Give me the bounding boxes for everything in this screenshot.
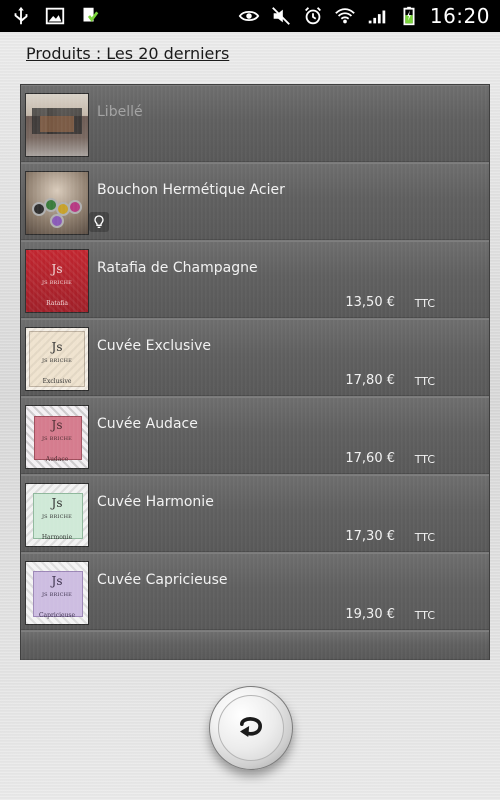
product-title: Bouchon Hermétique Acier	[97, 182, 285, 198]
image-icon	[44, 5, 66, 27]
product-thumbnail: Js JS BRICHE Capricieuse	[25, 561, 89, 625]
status-bar: 16:20	[0, 0, 500, 32]
thumb-monogram: Js	[51, 418, 63, 432]
status-right: 16:20	[238, 0, 490, 32]
product-thumbnail: Js JS BRICHE Harmonie	[25, 483, 89, 547]
product-thumbnail: Js JS BRICHE Audace	[25, 405, 89, 469]
product-row-partial[interactable]	[21, 631, 489, 660]
tax-label: TTC	[414, 297, 435, 310]
tax-label: TTC	[414, 531, 435, 544]
eye-icon	[238, 5, 260, 27]
product-title: Cuvée Audace	[97, 416, 198, 432]
product-row[interactable]: Js JS BRICHE Exclusive Cuvée Exclusive 1…	[21, 319, 489, 396]
product-list[interactable]: Libellé Bouchon Hermétique Acier Js JS B…	[20, 84, 490, 660]
thumb-brand: JS BRICHE	[41, 436, 73, 442]
tax-label: TTC	[414, 375, 435, 388]
battery-charging-icon	[398, 5, 420, 27]
tax-label: TTC	[414, 453, 435, 466]
product-title: Libellé	[97, 104, 143, 120]
product-row[interactable]: Libellé	[21, 85, 489, 162]
thumb-label: Capricieuse	[38, 612, 76, 619]
back-button[interactable]	[209, 686, 293, 770]
status-clock: 16:20	[429, 4, 490, 28]
product-row[interactable]: Bouchon Hermétique Acier	[21, 163, 489, 240]
product-price: 17,60 €	[345, 451, 395, 466]
signal-icon	[366, 5, 388, 27]
product-thumbnail	[25, 171, 89, 235]
thumb-monogram: Js	[51, 574, 63, 588]
product-price: 13,50 €	[345, 295, 395, 310]
product-price: 19,30 €	[345, 607, 395, 622]
usb-icon	[10, 5, 32, 27]
product-row[interactable]: Js JS BRICHE Harmonie Cuvée Harmonie 17,…	[21, 475, 489, 552]
thumb-monogram: Js	[51, 262, 63, 276]
product-row[interactable]: Js JS BRICHE Capricieuse Cuvée Capricieu…	[21, 553, 489, 630]
product-row[interactable]: Js JS BRICHE Ratafia Ratafia de Champagn…	[21, 241, 489, 318]
thumb-label: Exclusive	[42, 378, 72, 385]
product-thumbnail	[25, 93, 89, 157]
product-title: Cuvée Capricieuse	[97, 572, 228, 588]
wifi-icon	[334, 5, 356, 27]
thumb-label: Ratafia	[46, 300, 68, 307]
back-button-inner[interactable]	[218, 695, 284, 761]
alarm-icon	[302, 5, 324, 27]
product-thumbnail: Js JS BRICHE Exclusive	[25, 327, 89, 391]
thumb-brand: JS BRICHE	[41, 358, 73, 364]
thumb-monogram: Js	[51, 340, 63, 354]
product-row[interactable]: Js JS BRICHE Audace Cuvée Audace 17,60 €…	[21, 397, 489, 474]
tax-label: TTC	[414, 609, 435, 622]
thumb-label: Audace	[45, 456, 69, 463]
mute-icon	[270, 5, 292, 27]
product-thumbnail: Js JS BRICHE Ratafia	[25, 249, 89, 313]
product-title: Ratafia de Champagne	[97, 260, 258, 276]
page-title[interactable]: Produits : Les 20 derniers	[26, 44, 229, 63]
thumb-brand: JS BRICHE	[41, 592, 73, 598]
product-title: Cuvée Exclusive	[97, 338, 212, 354]
product-price: 17,80 €	[345, 373, 395, 388]
thumb-monogram: Js	[51, 496, 63, 510]
download-check-icon	[78, 5, 100, 27]
thumb-brand: JS BRICHE	[41, 280, 73, 286]
thumb-brand: JS BRICHE	[41, 514, 73, 520]
back-arrow-icon	[229, 704, 273, 752]
product-price: 17,30 €	[345, 529, 395, 544]
lightbulb-icon	[89, 212, 109, 232]
product-title: Cuvée Harmonie	[97, 494, 214, 510]
status-left	[10, 0, 100, 32]
thumb-label: Harmonie	[41, 534, 73, 541]
